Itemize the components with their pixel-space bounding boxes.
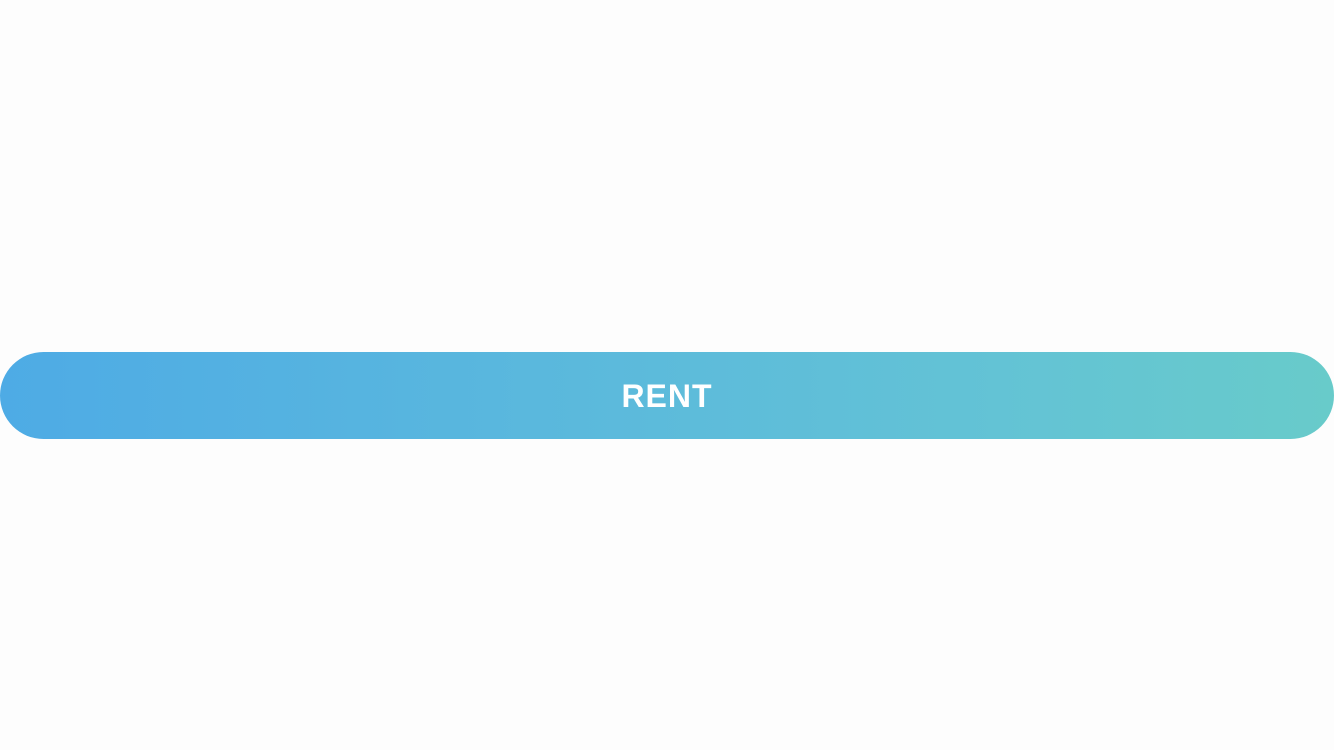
rent-button-label: RENT xyxy=(621,377,713,414)
rent-button[interactable]: RENT xyxy=(0,352,1334,439)
page: RENT xyxy=(0,0,1334,750)
